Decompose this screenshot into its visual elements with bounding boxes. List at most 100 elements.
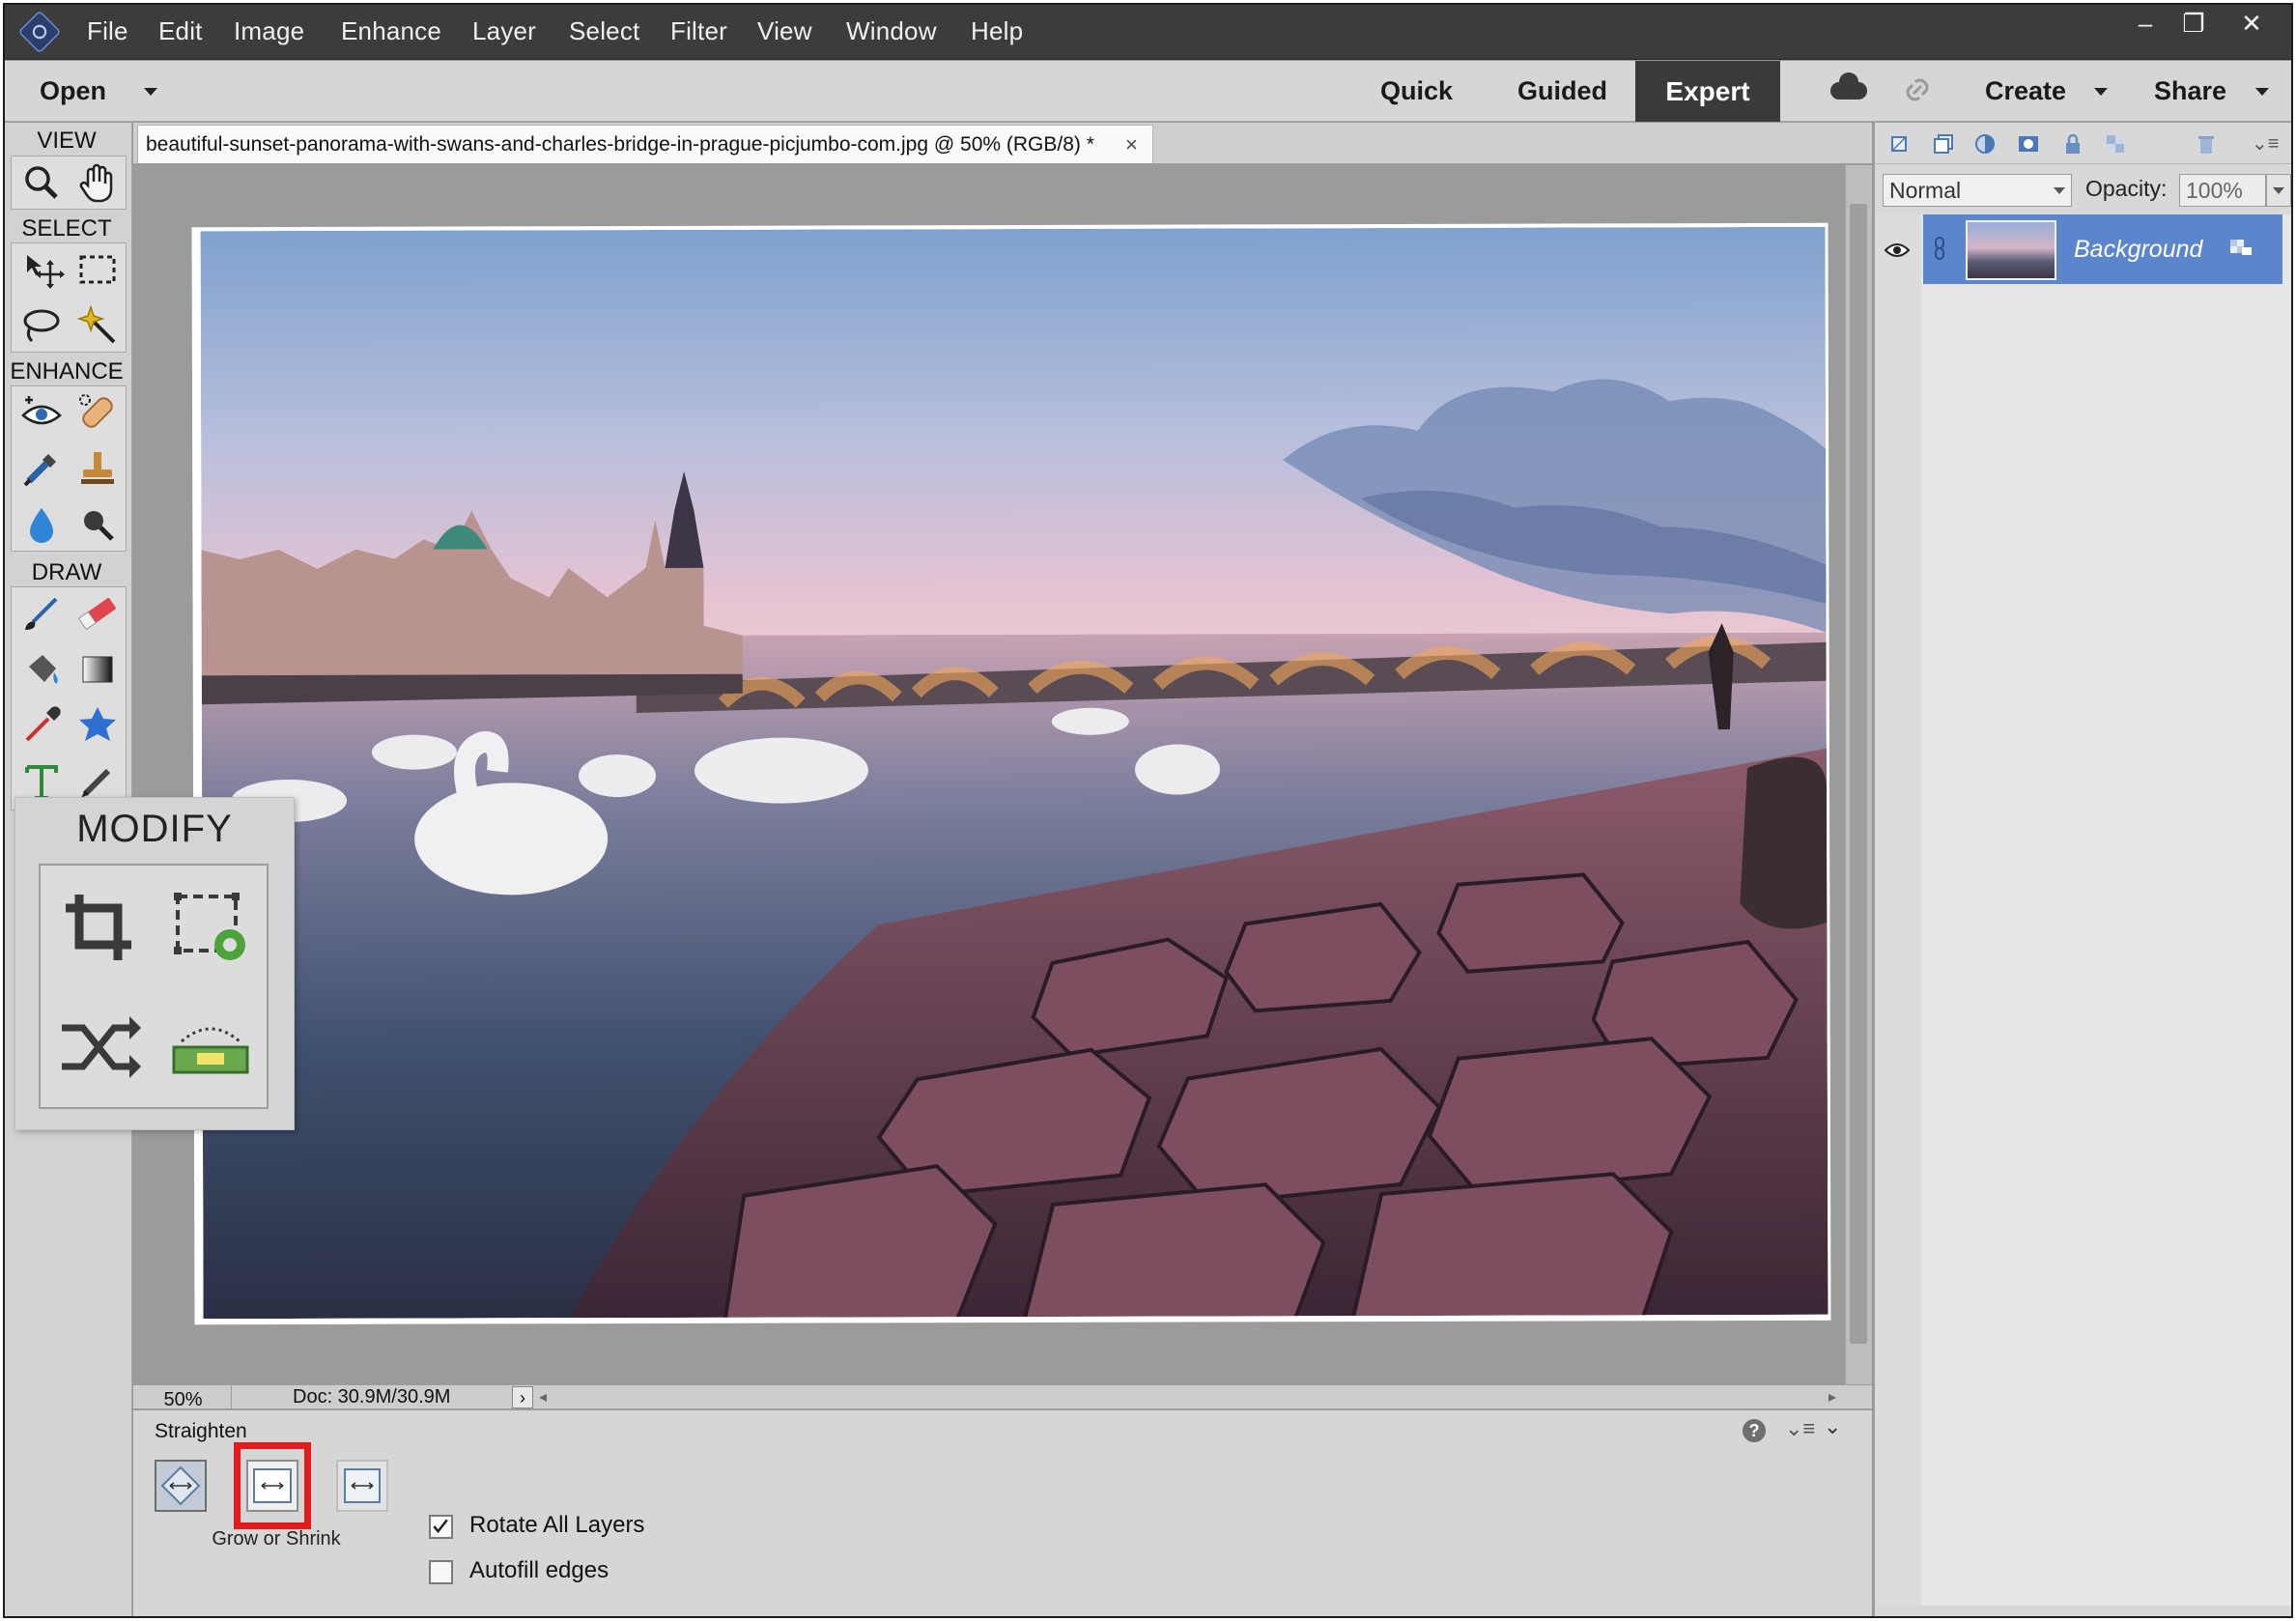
lock-layer-icon[interactable]: [2060, 131, 2085, 156]
recompose-tool-icon[interactable]: [162, 879, 259, 976]
eye-icon[interactable]: [1883, 236, 1912, 265]
menu-image[interactable]: Image: [234, 16, 304, 46]
menu-select[interactable]: Select: [569, 16, 639, 46]
document-tab[interactable]: beautiful-sunset-panorama-with-swans-and…: [137, 125, 1153, 163]
share-caret-icon[interactable]: [2255, 88, 2269, 96]
tab-expert-label: Expert: [1665, 76, 1750, 106]
menu-enhance[interactable]: Enhance: [341, 16, 441, 46]
link-icon[interactable]: [1900, 72, 1935, 107]
modify-tools-flyout: MODIFY: [14, 797, 295, 1130]
section-select-label: SELECT: [21, 215, 112, 242]
document-close-icon[interactable]: ×: [1125, 132, 1138, 157]
menu-help[interactable]: Help: [971, 16, 1023, 46]
tool-options-panel: Straighten Grow or Shrink Rotate All Lay…: [133, 1410, 1872, 1616]
document-tab-bar: beautiful-sunset-panorama-with-swans-and…: [133, 123, 1872, 164]
cloud-icon[interactable]: [1830, 72, 1867, 100]
menu-window[interactable]: Window: [846, 16, 937, 46]
restore-button[interactable]: ❐: [2168, 7, 2219, 40]
image-canvas-area[interactable]: [133, 165, 1872, 1384]
open-button[interactable]: Open: [40, 76, 106, 106]
mode-bar: Open Quick Guided Expert Create Share: [5, 61, 2291, 122]
marquee-tool-icon[interactable]: [71, 243, 124, 296]
autofill-edges-label[interactable]: Autofill edges: [469, 1557, 609, 1584]
straighten-tool-icon[interactable]: [162, 999, 259, 1095]
help-icon[interactable]: ?: [1743, 1419, 1766, 1442]
menu-edit[interactable]: Edit: [158, 16, 203, 46]
opacity-dropdown-icon[interactable]: [2266, 174, 2291, 207]
document-image[interactable]: [200, 226, 1828, 1320]
layers-toolbar: ⌄≡: [1875, 123, 2291, 164]
select-tools: [11, 242, 127, 353]
red-eye-tool-icon[interactable]: [15, 386, 68, 439]
sponge-tool-icon[interactable]: [71, 498, 124, 551]
crop-tool-icon[interactable]: [50, 879, 147, 976]
opacity-label: Opacity:: [2085, 176, 2168, 201]
opacity-input[interactable]: 100%: [2179, 174, 2266, 207]
paint-bucket-tool-icon[interactable]: [15, 643, 68, 696]
blend-mode-select[interactable]: Normal: [1883, 174, 2072, 207]
layer-link-icon[interactable]: [1933, 236, 1946, 261]
options-menu-icon[interactable]: ⌄≡: [1785, 1416, 1815, 1441]
eyedropper-tool-icon[interactable]: [15, 699, 68, 752]
layer-name[interactable]: Background: [2074, 236, 2202, 264]
collapse-options-icon[interactable]: ⌄: [1824, 1414, 1841, 1439]
section-enhance-label: ENHANCE: [10, 358, 124, 384]
share-button[interactable]: Share: [2154, 76, 2226, 106]
menu-filter[interactable]: Filter: [670, 16, 727, 46]
tab-quick[interactable]: Quick: [1380, 76, 1453, 106]
draw-tools: [11, 586, 127, 810]
blend-mode-value: Normal: [1889, 178, 1962, 203]
layers-menu-icon[interactable]: ⌄≡: [2252, 131, 2279, 156]
adjustment-layer-icon[interactable]: [1973, 131, 1998, 156]
tool-options-title: Straighten: [155, 1420, 247, 1442]
scroll-left-icon[interactable]: ◂: [539, 1387, 547, 1407]
tab-expert[interactable]: Expert: [1635, 61, 1780, 122]
delete-layer-icon[interactable]: [2194, 131, 2219, 156]
eraser-tool-icon[interactable]: [71, 587, 124, 640]
layer-row[interactable]: Background: [1923, 214, 2282, 284]
vertical-scroll-thumb[interactable]: [1850, 204, 1867, 1344]
blur-tool-icon[interactable]: [15, 498, 68, 551]
grow-or-shrink-label: Grow or Shrink: [212, 1528, 341, 1550]
menu-bar: File Edit Image Enhance Layer Select Fil…: [5, 5, 2291, 60]
clone-stamp-tool-icon[interactable]: [71, 442, 124, 495]
app-logo-icon[interactable]: [17, 10, 62, 54]
rotate-all-layers-checkbox[interactable]: [429, 1515, 453, 1539]
remove-background-button[interactable]: [155, 1460, 207, 1512]
hand-tool-icon[interactable]: [71, 156, 124, 209]
brush-tool-icon[interactable]: [15, 587, 68, 640]
tab-guided[interactable]: Guided: [1517, 76, 1607, 106]
crop-to-original-button[interactable]: [336, 1460, 388, 1512]
create-caret-icon[interactable]: [2094, 88, 2108, 96]
menu-layer[interactable]: Layer: [472, 16, 536, 46]
spot-healing-tool-icon[interactable]: [71, 386, 124, 439]
menu-view[interactable]: View: [757, 16, 812, 46]
modify-tools-grid: [39, 864, 269, 1109]
layer-mask-icon[interactable]: [2016, 131, 2041, 156]
gradient-tool-icon[interactable]: [71, 643, 124, 696]
create-button[interactable]: Create: [1985, 76, 2066, 106]
vertical-scrollbar[interactable]: [1845, 165, 1872, 1384]
section-view-label: VIEW: [37, 128, 97, 154]
lock-transparency-icon[interactable]: [2103, 131, 2128, 156]
custom-shape-tool-icon[interactable]: [71, 699, 124, 752]
status-menu-button[interactable]: ›: [512, 1386, 533, 1408]
zoom-tool-icon[interactable]: [15, 156, 68, 209]
open-dropdown-caret-icon[interactable]: [144, 88, 157, 96]
zoom-level[interactable]: 50%: [135, 1385, 232, 1410]
new-group-icon[interactable]: [1931, 131, 1956, 156]
content-aware-move-tool-icon[interactable]: [50, 999, 147, 1095]
close-button[interactable]: ✕: [2226, 7, 2277, 40]
new-layer-icon[interactable]: [1886, 131, 1912, 156]
autofill-edges-checkbox[interactable]: [429, 1560, 453, 1584]
menu-file[interactable]: File: [87, 16, 128, 46]
rotate-all-layers-label[interactable]: Rotate All Layers: [469, 1512, 644, 1539]
move-tool-icon[interactable]: [15, 243, 68, 296]
enhance-tools: [11, 385, 127, 552]
minimize-button[interactable]: –: [2120, 7, 2170, 40]
lasso-tool-icon[interactable]: [15, 299, 68, 352]
checkmark-icon: [433, 1519, 448, 1534]
smart-brush-tool-icon[interactable]: [15, 442, 68, 495]
scroll-right-icon[interactable]: ▸: [1828, 1387, 1836, 1407]
magic-wand-tool-icon[interactable]: [71, 299, 124, 352]
